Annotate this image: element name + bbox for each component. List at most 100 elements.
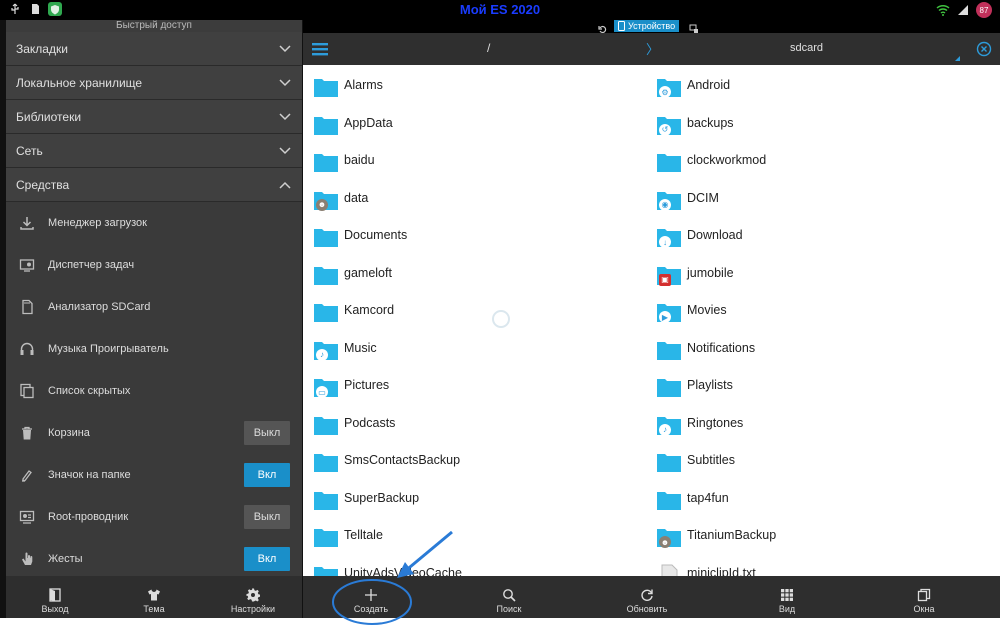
file-item[interactable]: Playlists <box>646 368 986 405</box>
sidebar-section-3[interactable]: Сеть <box>6 134 302 168</box>
file-name: TitaniumBackup <box>687 528 777 542</box>
signal-icon <box>956 3 970 17</box>
file-item[interactable]: ◉ DCIM <box>646 181 986 218</box>
phone-icon <box>618 21 625 31</box>
sidebar-bar-button-2[interactable]: Настройки <box>204 576 302 618</box>
file-item[interactable]: ▭ Pictures <box>303 368 643 405</box>
file-item[interactable]: AppData <box>303 106 643 143</box>
chevron-down-icon <box>278 32 292 66</box>
file-item[interactable]: Documents <box>303 218 643 255</box>
toggle-button[interactable]: Выкл <box>244 421 290 445</box>
toggle-button[interactable]: Выкл <box>244 505 290 529</box>
sidebar-tool-8[interactable]: Жесты Вкл <box>6 538 302 580</box>
status-right-icons: 87 <box>936 2 992 18</box>
file-item[interactable]: Subtitles <box>646 443 986 480</box>
sidebar-section-4[interactable]: Средства <box>6 168 302 202</box>
window-switch-icon[interactable] <box>598 21 608 34</box>
hidden-list-icon <box>18 382 36 400</box>
main-bar-button-windows[interactable]: Окна <box>864 576 984 618</box>
sidebar-section-2[interactable]: Библиотеки <box>6 100 302 134</box>
path-root[interactable]: / <box>487 41 490 55</box>
menu-icon[interactable] <box>311 41 329 57</box>
file-item[interactable]: tap4fun <box>646 481 986 518</box>
file-item[interactable]: ♪ Music <box>303 331 643 368</box>
file-item[interactable]: SuperBackup <box>303 481 643 518</box>
close-icon[interactable] <box>976 41 992 57</box>
sidebar-tool-5[interactable]: Корзина Выкл <box>6 412 302 454</box>
gear-icon <box>204 576 302 602</box>
root-icon <box>18 508 36 526</box>
path-header: / 〉 sdcard <box>303 33 1000 65</box>
file-item[interactable]: ⚙ Android <box>646 68 986 105</box>
sidebar-tool-label: Список скрытых <box>48 385 131 397</box>
chevron-down-icon <box>278 100 292 134</box>
file-item[interactable]: ♪ Ringtones <box>646 406 986 443</box>
file-item[interactable]: Alarms <box>303 68 643 105</box>
main-bar-label: Поиск <box>496 604 522 614</box>
sidebar-tool-6[interactable]: Значок на папке Вкл <box>6 454 302 496</box>
bottom-margin <box>0 618 1000 627</box>
file-name: tap4fun <box>687 490 729 505</box>
file-item[interactable]: Kamcord <box>303 293 643 330</box>
sidebar-bar-button-0[interactable]: Выход <box>6 576 104 618</box>
sidebar-bar-button-1[interactable]: Тема <box>105 576 203 618</box>
sdcard-icon <box>18 298 36 316</box>
file-item[interactable]: gameloft <box>303 256 643 293</box>
sidebar-bar-label: Выход <box>41 604 69 614</box>
exit-icon <box>6 576 104 602</box>
sidebar-tool-4[interactable]: Список скрытых <box>6 370 302 412</box>
sidebar-tool-label: Значок на папке <box>48 469 131 481</box>
file-item[interactable]: SmsContactsBackup <box>303 443 643 480</box>
file-item[interactable]: UnityAdsVideoCache <box>303 556 643 576</box>
main-bar-button-plus[interactable]: Создать <box>311 576 431 618</box>
chevron-down-icon <box>278 134 292 168</box>
sidebar-tool-2[interactable]: Анализатор SDCard <box>6 286 302 328</box>
file-name: Ringtones <box>687 415 744 430</box>
file-item[interactable]: baidu <box>303 143 643 180</box>
file-item[interactable]: ☻ data <box>303 181 643 218</box>
camera-badge-icon: ◉ <box>659 198 671 211</box>
avatar-badge-icon: ☻ <box>659 536 671 548</box>
file-item[interactable]: ↓ Download <box>646 218 986 255</box>
file-item[interactable]: ↺ backups <box>646 106 986 143</box>
file-name: Documents <box>344 228 408 242</box>
sidebar-tool-1[interactable]: Диспетчер задач <box>6 244 302 286</box>
main-bar-button-grid-view[interactable]: Вид <box>727 576 847 618</box>
file-item[interactable]: ▣ jumobile <box>646 256 986 293</box>
sidebar-tool-3[interactable]: Музыка Проигрыватель <box>6 328 302 370</box>
sidebar-section-1[interactable]: Локальное хранилище <box>6 66 302 100</box>
file-item[interactable]: Telltale <box>303 518 643 555</box>
backup-badge-icon: ↺ <box>659 123 671 136</box>
shield-icon <box>48 2 62 16</box>
sidebar-bar-label: Настройки <box>230 604 276 614</box>
file-item[interactable]: Notifications <box>646 331 986 368</box>
path-current[interactable]: sdcard <box>790 42 823 54</box>
file-item[interactable]: Podcasts <box>303 406 643 443</box>
toggle-button[interactable]: Вкл <box>244 547 290 571</box>
file-name: Subtitles <box>687 453 735 467</box>
file-item[interactable]: miniclipId.txt <box>646 556 986 577</box>
file-name: miniclipId.txt <box>687 565 756 577</box>
file-name: SmsContactsBackup <box>344 453 461 467</box>
sidebar-section-0[interactable]: Закладки <box>6 32 302 66</box>
device-tab[interactable]: Устройство <box>614 20 680 32</box>
folder-icon <box>656 339 682 361</box>
file-item[interactable]: ☻ TitaniumBackup <box>646 518 986 555</box>
main-bar-button-refresh[interactable]: Обновить <box>587 576 707 618</box>
file-item[interactable]: ▶ Movies <box>646 293 986 330</box>
sidebar-tool-0[interactable]: Менеджер загрузок <box>6 202 302 244</box>
network-tab-icon[interactable] <box>689 21 699 33</box>
sidebar-tool-7[interactable]: Root-проводник Выкл <box>6 496 302 538</box>
main-bar-label: Окна <box>913 604 935 614</box>
quick-access-sidebar: Быстрый доступ Закладки Локальное хранили… <box>6 20 302 580</box>
toggle-button[interactable]: Вкл <box>244 463 290 487</box>
grid-view-icon <box>727 576 847 602</box>
folder-badge-icon <box>18 466 36 484</box>
folder-icon <box>313 451 339 473</box>
file-name: jumobile <box>687 265 734 280</box>
status-left-icons <box>8 2 62 16</box>
file-name: Pictures <box>344 378 390 392</box>
file-item[interactable]: clockworkmod <box>646 143 986 180</box>
file-name: Playlists <box>687 378 733 392</box>
main-bar-button-search[interactable]: Поиск <box>449 576 569 618</box>
